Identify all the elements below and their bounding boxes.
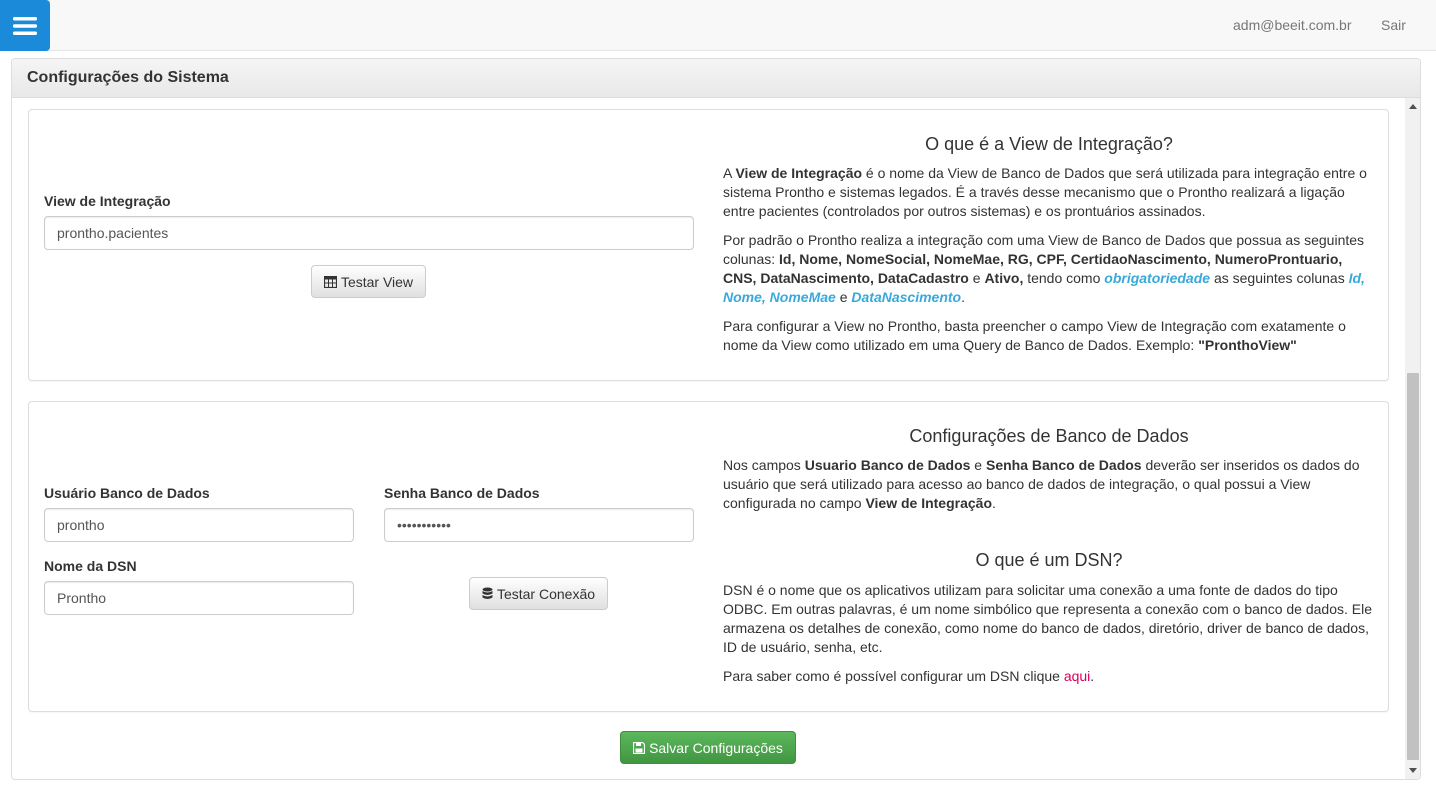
scroll-down-arrow-icon[interactable] — [1409, 768, 1417, 773]
database-config-card: Usuário Banco de Dados Senha Banco de Da… — [28, 401, 1389, 712]
test-connection-button[interactable]: Testar Conexão — [469, 577, 608, 610]
view-integration-label: View de Integração — [44, 193, 171, 209]
settings-panel: Configurações do Sistema View de Integra… — [11, 58, 1421, 780]
database-icon — [482, 587, 493, 601]
page-title: Configurações do Sistema — [27, 69, 229, 86]
view-info-title: O que é a View de Integração? — [925, 134, 1173, 154]
db-password-label: Senha Banco de Dados — [384, 485, 540, 501]
db-password-input[interactable] — [384, 508, 694, 542]
view-integration-card: View de Integração Testar View O que é a… — [28, 109, 1389, 381]
test-view-button-label: Testar View — [340, 273, 414, 290]
user-email: adm@beeit.com.br — [1233, 17, 1352, 33]
view-info-paragraph-3: Para configurar a View no Prontho, basta… — [723, 318, 1346, 353]
floppy-disk-icon — [633, 741, 646, 754]
db-info-text: Nos campos Usuario Banco de Dados e Senh… — [723, 456, 1375, 523]
dsn-name-label: Nome da DSN — [44, 558, 137, 574]
top-navbar: adm@beeit.com.br Sair — [0, 0, 1436, 51]
panel-heading: Configurações do Sistema — [12, 59, 1420, 98]
test-connection-button-label: Testar Conexão — [496, 585, 596, 602]
save-settings-button-label: Salvar Configurações — [649, 739, 783, 756]
db-user-label: Usuário Banco de Dados — [44, 485, 210, 501]
scroll-up-arrow-icon[interactable] — [1409, 104, 1417, 109]
hamburger-menu-icon — [13, 16, 37, 35]
dsn-info-text: DSN é o nome que os aplicativos utilizam… — [723, 581, 1375, 696]
db-info-title: Configurações de Banco de Dados — [909, 426, 1189, 446]
scrollbar-thumb[interactable] — [1407, 373, 1419, 760]
dsn-info-title: O que é um DSN? — [975, 550, 1123, 570]
db-user-input[interactable] — [44, 508, 354, 542]
test-view-button[interactable]: Testar View — [311, 265, 426, 298]
view-info-text: A View de Integração é o nome da View de… — [723, 164, 1375, 365]
dsn-help-link[interactable]: aqui — [1064, 668, 1090, 684]
view-integration-input[interactable] — [44, 216, 694, 250]
view-info-paragraph-1: A View de Integração é o nome da View de… — [723, 165, 1367, 219]
dsn-info-paragraph-2: Para saber como é possível configurar um… — [723, 668, 1095, 684]
table-icon — [323, 275, 337, 288]
dsn-info-paragraph-1: DSN é o nome que os aplicativos utilizam… — [723, 582, 1373, 655]
vertical-scrollbar[interactable] — [1405, 98, 1420, 779]
view-info-paragraph-2: Por padrão o Prontho realiza a integraçã… — [723, 232, 1365, 305]
db-info-paragraph-1: Nos campos Usuario Banco de Dados e Senh… — [723, 457, 1360, 511]
menu-toggle-button[interactable] — [0, 0, 50, 51]
dsn-name-input[interactable] — [44, 581, 354, 615]
save-settings-button[interactable]: Salvar Configurações — [620, 731, 796, 764]
logout-link[interactable]: Sair — [1381, 17, 1406, 33]
